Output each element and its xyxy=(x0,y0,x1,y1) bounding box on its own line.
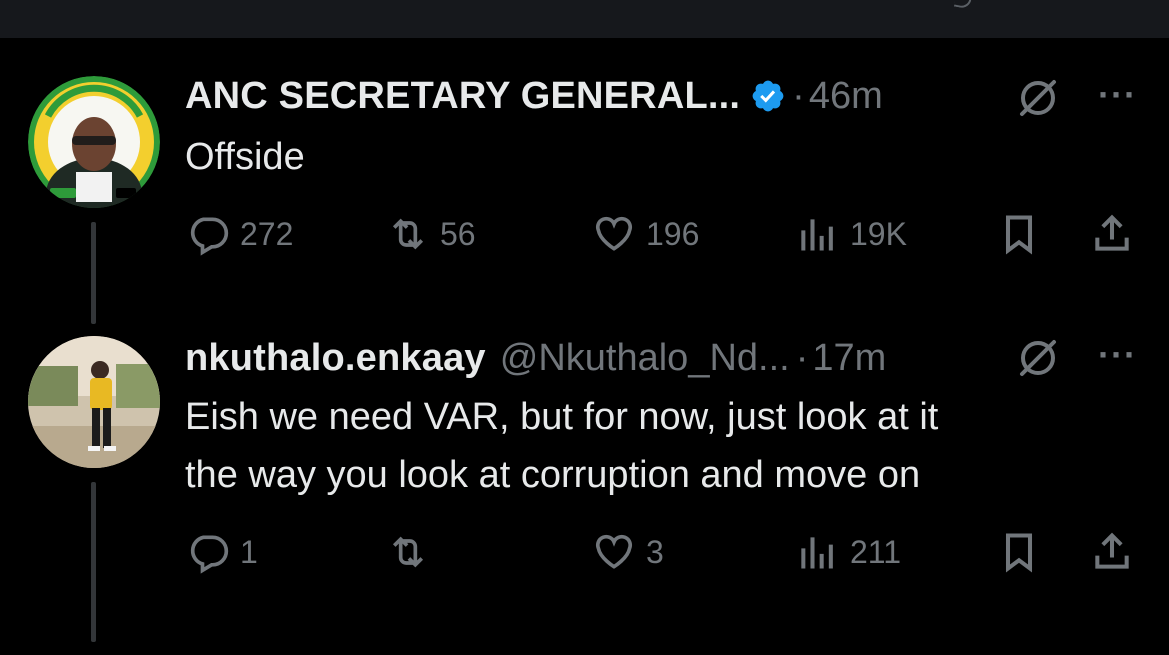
bookmark-button[interactable] xyxy=(997,212,1041,256)
separator: · xyxy=(792,74,805,117)
like-icon xyxy=(595,534,633,569)
display-name[interactable]: ANC SECRETARY GENERAL... xyxy=(185,75,740,118)
reply-button[interactable]: 1 xyxy=(186,530,258,574)
grok-icon[interactable] xyxy=(1016,76,1060,120)
like-count: 196 xyxy=(646,215,700,252)
thread-connector xyxy=(91,222,96,324)
grok-icon[interactable] xyxy=(1016,336,1060,380)
repost-button[interactable] xyxy=(386,530,440,574)
views-icon xyxy=(801,219,833,251)
reply-count: 272 xyxy=(240,215,294,252)
reply-button[interactable]: 272 xyxy=(186,212,293,256)
repost-count: 56 xyxy=(440,215,476,252)
separator: · xyxy=(795,336,809,379)
reply-icon xyxy=(190,217,229,256)
bookmark-icon xyxy=(1005,215,1033,255)
timestamp[interactable]: 46m xyxy=(809,75,883,118)
tweet-text: Offside xyxy=(185,128,305,186)
repost-button[interactable]: 56 xyxy=(386,212,476,256)
like-button[interactable]: 196 xyxy=(592,212,699,256)
like-count: 3 xyxy=(646,533,664,570)
thread-connector xyxy=(91,482,96,642)
views-icon xyxy=(801,537,833,569)
tweet-1[interactable]: ANC SECRETARY GENERAL... · 46m ··· Offsi… xyxy=(0,0,1169,330)
repost-icon xyxy=(392,536,424,568)
views-button[interactable]: 19K xyxy=(796,212,907,256)
tweet-2[interactable]: nkuthalo.enkaay @Nkuthalo_Nd... · 17m ··… xyxy=(0,330,1169,655)
tweet-header: ANC SECRETARY GENERAL... · 46m xyxy=(185,74,883,118)
avatar[interactable] xyxy=(28,76,160,208)
timestamp[interactable]: 17m xyxy=(812,337,886,380)
views-count: 19K xyxy=(850,215,907,252)
views-count: 211 xyxy=(850,533,902,570)
avatar[interactable] xyxy=(28,336,160,468)
bookmark-icon xyxy=(1005,533,1033,573)
reply-icon xyxy=(190,535,229,574)
like-icon xyxy=(595,216,633,251)
tweet-text: Eish we need VAR, but for now, just look… xyxy=(185,388,938,504)
user-handle[interactable]: @Nkuthalo_Nd... xyxy=(500,337,790,380)
share-icon xyxy=(1095,532,1129,569)
tweet-text-line: Eish we need VAR, but for now, just look… xyxy=(185,396,939,438)
display-name[interactable]: nkuthalo.enkaay xyxy=(185,337,486,380)
more-icon[interactable]: ··· xyxy=(1098,74,1137,116)
views-button[interactable]: 211 xyxy=(796,530,901,574)
verified-badge-icon[interactable] xyxy=(750,78,786,114)
more-icon[interactable]: ··· xyxy=(1098,334,1137,376)
share-icon xyxy=(1095,214,1129,251)
tweet-text-line: Offside xyxy=(185,136,305,178)
bookmark-button[interactable] xyxy=(997,530,1041,574)
tweet-header: nkuthalo.enkaay @Nkuthalo_Nd... · 17m xyxy=(185,336,886,380)
reply-count: 1 xyxy=(240,533,258,570)
share-button[interactable] xyxy=(1090,212,1134,256)
repost-icon xyxy=(392,218,424,250)
tweet-text-line: the way you look at corruption and move … xyxy=(185,454,921,496)
like-button[interactable]: 3 xyxy=(592,530,664,574)
share-button[interactable] xyxy=(1090,530,1134,574)
